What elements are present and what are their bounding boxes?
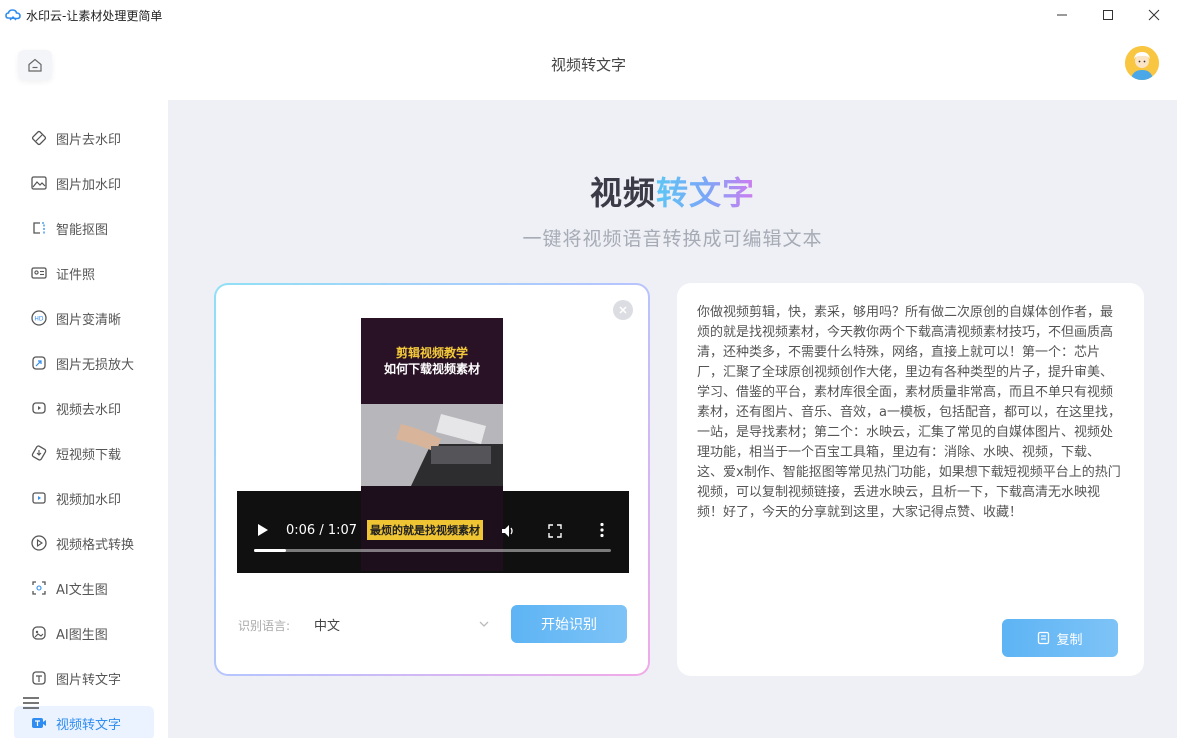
start-recognize-button[interactable]: 开始识别 [511,605,627,643]
remove-video-button[interactable] [613,300,633,320]
maximize-icon [1102,9,1114,21]
language-select[interactable]: 中文 [314,609,496,639]
sidebar-item-image-remove-watermark[interactable]: 图片去水印 [14,121,154,155]
video-frame-line2: 如何下载视频素材 [384,361,480,377]
close-icon [1148,9,1160,21]
ai-image-image-icon [30,624,48,642]
sidebar-item-ai-text-to-image[interactable]: AI文生图 [14,571,154,605]
format-convert-icon [30,534,48,552]
sidebar-item-label: 视频加水印 [56,489,121,508]
sidebar-item-video-remove-watermark[interactable]: 视频去水印 [14,391,154,425]
video-frame-line1: 剪辑视频教学 [396,345,468,361]
video-progress-bar[interactable] [254,549,611,552]
minimize-button[interactable] [1039,0,1085,30]
header: 视频转文字 [0,30,1177,100]
sidebar-item-label: AI文生图 [56,579,108,598]
maximize-button[interactable] [1085,0,1131,30]
sidebar-item-ai-image-to-image[interactable]: AI图生图 [14,616,154,650]
sidebar-item-short-video-download[interactable]: 短视频下载 [14,436,154,470]
eraser-icon [30,129,48,147]
video-progress-fill [254,549,286,552]
image-watermark-icon [30,174,48,192]
sidebar-item-image-to-text[interactable]: 图片转文字 [14,661,154,695]
hd-icon: HD [30,309,48,327]
cutout-icon [30,219,48,237]
video-remove-watermark-icon [30,399,48,417]
page-title: 视频转文字 [0,54,1177,75]
fullscreen-icon[interactable] [548,524,562,538]
user-avatar[interactable] [1125,46,1159,80]
sidebar-item-label: 视频转文字 [56,714,121,733]
sidebar-item-video-format-convert[interactable]: 视频格式转换 [14,526,154,560]
volume-icon[interactable] [500,523,516,539]
transcript-text[interactable]: 你做视频剪辑，快，素采，够用吗？所有做二次原创的自媒体创作者，最烦的就是找视频素… [697,303,1121,523]
language-label: 识别语言: [238,617,290,634]
sidebar-item-label: 图片转文字 [56,669,121,688]
transcript-card: 你做视频剪辑，快，素采，够用吗？所有做二次原创的自媒体创作者，最烦的就是找视频素… [677,283,1144,676]
sidebar-item-label: 短视频下载 [56,444,121,463]
close-icon [618,305,628,315]
id-photo-icon [30,264,48,282]
copy-button-label: 复制 [1056,629,1082,648]
hero-subtitle: 一键将视频语音转换成可编辑文本 [168,224,1177,251]
download-icon [30,444,48,462]
sidebar-item-id-photo[interactable]: 证件照 [14,256,154,290]
hero-title-part2: 转文字 [656,174,755,212]
sidebar-item-smart-cutout[interactable]: 智能抠图 [14,211,154,245]
copy-button[interactable]: 复制 [1002,619,1118,657]
minimize-icon [1056,9,1068,21]
video-upload-card: 剪辑视频教学 如何下载视频素材 0:06 / 1:07 最烦的就是找视频素材 [214,283,650,676]
title-bar: 水印云-让素材处理更简单 [0,0,1177,30]
more-options-icon[interactable] [599,522,605,538]
language-value: 中文 [314,615,340,634]
menu-button[interactable] [20,692,42,714]
window-title: 水印云-让素材处理更简单 [26,7,162,24]
sidebar-item-image-add-watermark[interactable]: 图片加水印 [14,166,154,200]
sidebar: 图片去水印 图片加水印 智能抠图 证件照 HD 图片变清晰 图片无损放大 视频 [0,100,168,738]
sidebar-item-label: 图片变清晰 [56,309,121,328]
sidebar-item-label: 证件照 [56,264,95,283]
sidebar-item-image-enlarge[interactable]: 图片无损放大 [14,346,154,380]
sidebar-item-label: 图片无损放大 [56,354,134,373]
svg-text:HD: HD [34,316,44,323]
video-add-watermark-icon [30,489,48,507]
sidebar-item-label: AI图生图 [56,624,108,643]
hero-title: 视频转文字 [168,168,1177,214]
hero-title-part1: 视频 [590,174,656,212]
enlarge-icon [30,354,48,372]
sidebar-item-label: 视频格式转换 [56,534,134,553]
sidebar-item-video-add-watermark[interactable]: 视频加水印 [14,481,154,515]
sidebar-item-label: 图片加水印 [56,174,121,193]
sidebar-item-label: 视频去水印 [56,399,121,418]
sidebar-item-image-hd[interactable]: HD 图片变清晰 [14,301,154,335]
chevron-down-icon [478,618,490,630]
avatar-icon [1125,46,1159,80]
menu-icon [20,692,42,714]
sidebar-item-label: 智能抠图 [56,219,108,238]
app-logo-icon [4,6,22,24]
video-controls: 0:06 / 1:07 最烦的就是找视频素材 [237,493,629,573]
video-time: 0:06 / 1:07 [286,523,357,538]
sidebar-item-label: 图片去水印 [56,129,121,148]
image-to-text-icon [30,669,48,687]
ai-text-image-icon [30,579,48,597]
play-icon[interactable] [257,523,269,537]
video-thumbnail-image [361,404,503,486]
video-to-text-icon [30,714,48,732]
close-button[interactable] [1131,0,1177,30]
video-title-overlay: 剪辑视频教学 如何下载视频素材 [361,318,503,404]
video-caption: 最烦的就是找视频素材 [367,520,483,540]
copy-icon [1037,631,1050,645]
